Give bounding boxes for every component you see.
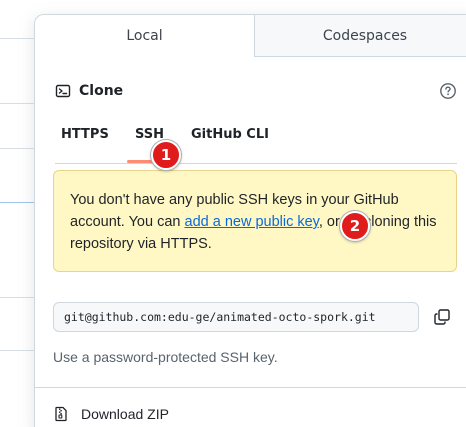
add-ssh-key-link[interactable]: add a new public key (185, 214, 319, 230)
file-zip-icon (55, 406, 67, 422)
background-divider (0, 350, 34, 351)
ssh-url-input[interactable]: git@github.com:edu-ge/animated-octo-spor… (53, 302, 419, 332)
background-divider (0, 38, 34, 39)
terminal-icon (55, 84, 71, 98)
step-marker-1: 1 (151, 140, 181, 170)
clone-tabs: Local Codespaces (35, 15, 466, 57)
tab-github-cli[interactable]: GitHub CLI (191, 123, 269, 163)
step-marker-2: 2 (340, 211, 370, 241)
background-page (0, 0, 34, 427)
download-zip-item[interactable]: Download ZIP (53, 406, 169, 422)
copy-url-button[interactable] (431, 306, 453, 328)
no-ssh-keys-warning: You don't have any public SSH keys in yo… (53, 170, 457, 272)
clone-header: Clone (55, 80, 457, 102)
tab-local[interactable]: Local (35, 15, 255, 57)
question-circle-icon[interactable] (439, 82, 457, 100)
protocol-tabs: HTTPS SSH GitHub CLI (55, 123, 457, 164)
tab-https[interactable]: HTTPS (61, 123, 109, 163)
background-divider (0, 103, 34, 104)
background-divider (0, 297, 34, 298)
copy-icon (434, 309, 450, 325)
ssh-url-row: git@github.com:edu-ge/animated-octo-spor… (53, 302, 457, 332)
ssh-key-note: Use a password-protected SSH key. (53, 349, 278, 365)
clone-title: Clone (79, 83, 124, 99)
tab-codespaces[interactable]: Codespaces (255, 15, 466, 57)
download-zip-label: Download ZIP (81, 406, 169, 422)
clone-dropdown-panel: Local Codespaces Clone HTTPS SSH GitHub … (34, 14, 466, 427)
background-divider (0, 148, 34, 149)
page: Local Codespaces Clone HTTPS SSH GitHub … (0, 0, 466, 427)
background-divider (0, 202, 34, 203)
section-divider (35, 387, 466, 388)
